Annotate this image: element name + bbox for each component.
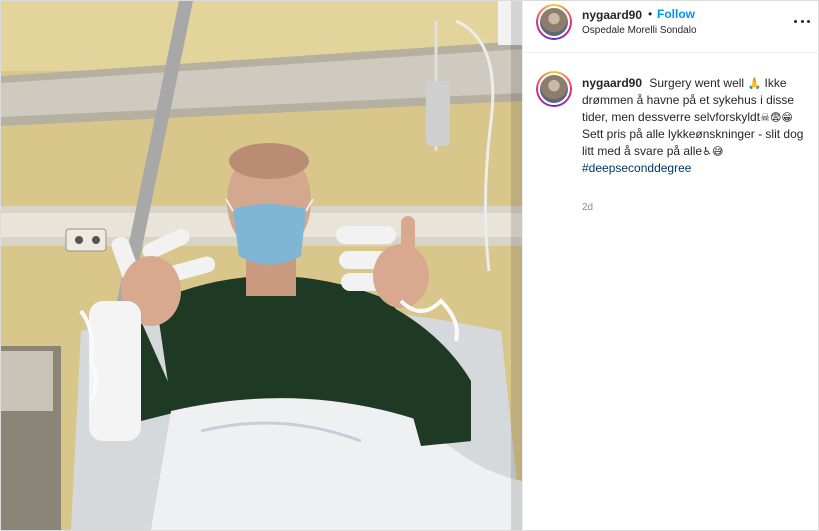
post-header: nygaard90 • Follow Ospedale Morelli Sond… (523, 1, 819, 53)
caption-text-1: Surgery went well (649, 76, 745, 90)
wheelchair-emoji: ♿ (702, 145, 712, 158)
hospital-photo-illustration (1, 1, 522, 530)
pray-emoji: 🙏 (747, 77, 762, 90)
sweat-smile-emoji: 😅 (711, 145, 724, 158)
fearful-face-emoji: 😨 (769, 111, 782, 124)
username[interactable]: nygaard90 (582, 8, 642, 22)
skull-emoji: ☠ (760, 111, 770, 124)
avatar-image (538, 6, 570, 38)
instagram-post: nygaard90 • Follow Ospedale Morelli Sond… (0, 0, 819, 531)
location-link[interactable]: Ospedale Morelli Sondalo (582, 25, 697, 36)
caption-avatar[interactable] (536, 71, 572, 107)
follow-button[interactable]: Follow (657, 7, 695, 21)
avatar-image (538, 73, 570, 105)
more-horizontal-icon[interactable] (794, 13, 810, 29)
hashtag-link[interactable]: #deepseconddegree (582, 161, 691, 175)
post-timestamp[interactable]: 2d (582, 202, 593, 213)
avatar[interactable] (536, 4, 572, 40)
separator-dot: • (648, 7, 653, 21)
caption-username[interactable]: nygaard90 (582, 76, 642, 90)
caption-text: nygaard90 Surgery went well 🙏 Ikke drømm… (582, 75, 804, 177)
grinning-face-emoji: 😁 (781, 111, 793, 124)
post-sidebar: nygaard90 • Follow Ospedale Morelli Sond… (522, 1, 819, 530)
post-photo[interactable] (1, 1, 522, 530)
caption-text-3: Sett pris på alle lykkeønskninger - slit… (582, 127, 804, 158)
